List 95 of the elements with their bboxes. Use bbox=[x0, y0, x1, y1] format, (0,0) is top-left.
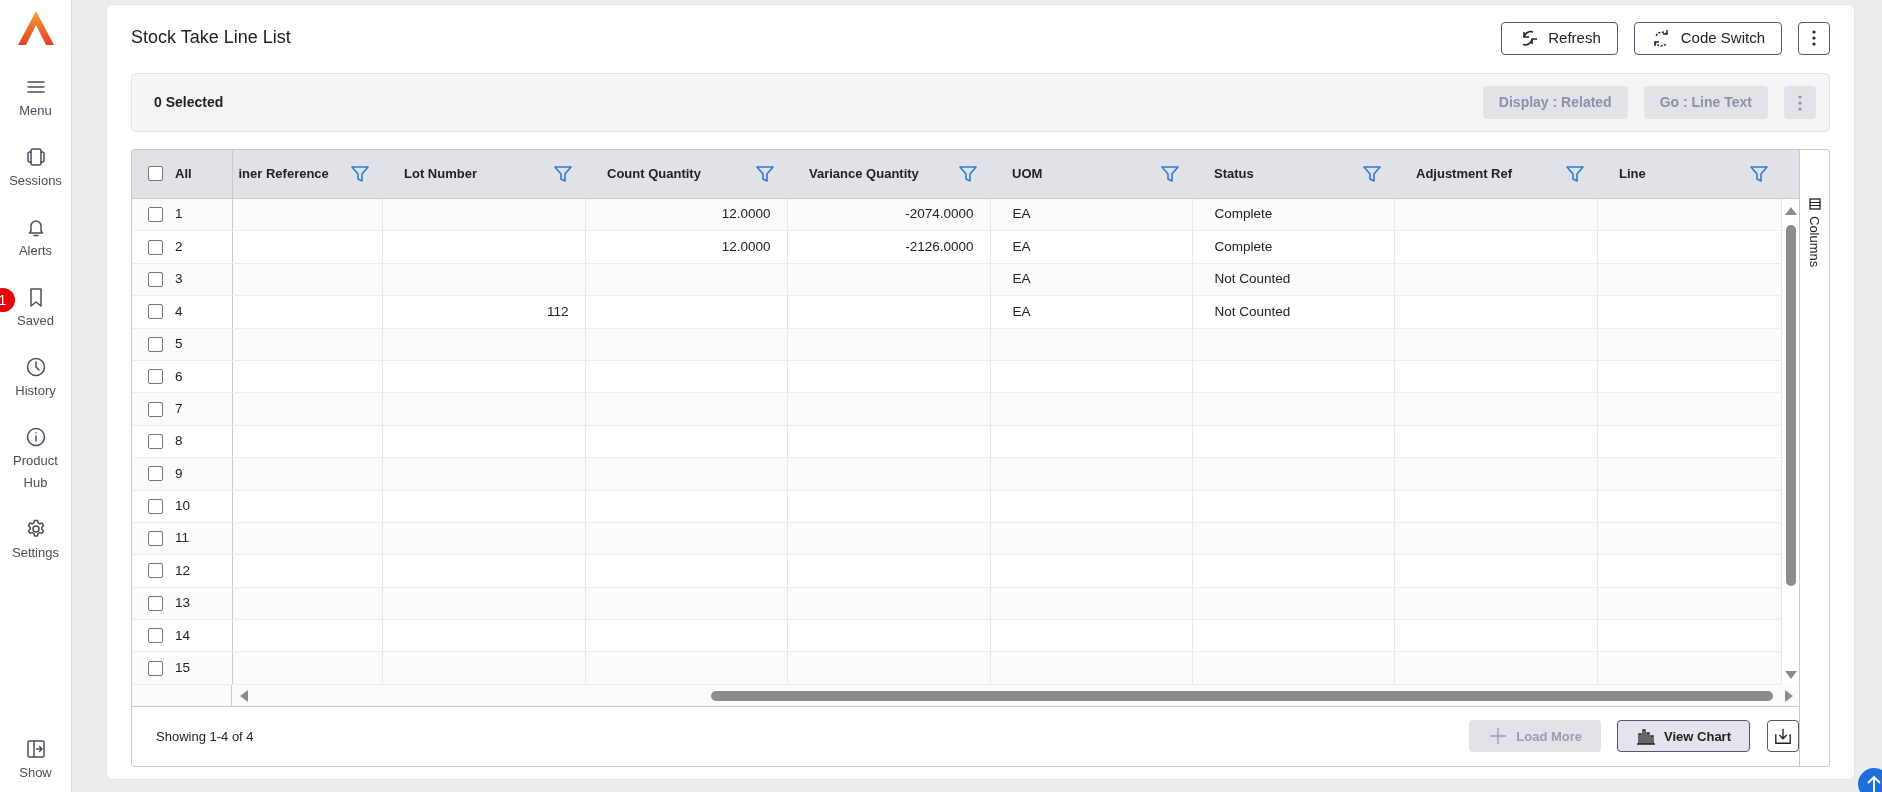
table-cell: 112 bbox=[382, 295, 585, 329]
table-cell: 12.0000 bbox=[585, 198, 787, 231]
scrollbar-thumb[interactable] bbox=[1785, 224, 1796, 586]
row-checkbox[interactable] bbox=[148, 628, 163, 644]
row-checkbox[interactable] bbox=[148, 271, 163, 287]
sidebar-item[interactable]: Product Hub bbox=[0, 426, 72, 494]
filter-icon[interactable] bbox=[755, 163, 775, 184]
download-icon bbox=[1774, 727, 1792, 746]
table-cell: 12.0000 bbox=[585, 230, 787, 264]
row-number: 1 bbox=[175, 205, 183, 224]
column-header: UOM bbox=[1012, 165, 1043, 183]
row-checkbox[interactable] bbox=[148, 336, 163, 352]
column-header: Status bbox=[1214, 165, 1254, 183]
filter-icon[interactable] bbox=[1362, 163, 1382, 184]
row-number: 2 bbox=[175, 237, 183, 256]
row-number: 4 bbox=[175, 302, 183, 321]
row-number: 15 bbox=[175, 659, 191, 678]
columns-icon bbox=[1808, 198, 1821, 210]
table-cell: -2074.0000 bbox=[787, 198, 990, 231]
row-checkbox[interactable] bbox=[148, 369, 163, 385]
table-cell: Complete bbox=[1192, 198, 1394, 231]
column-header: Count Quantity bbox=[607, 165, 701, 183]
row-number: 13 bbox=[175, 594, 191, 613]
filter-icon[interactable] bbox=[1160, 163, 1180, 184]
row-checkbox[interactable] bbox=[148, 498, 163, 514]
bar-chart-icon bbox=[1636, 727, 1657, 746]
row-checkbox[interactable] bbox=[148, 466, 163, 482]
notification-badge: 1 bbox=[0, 288, 15, 312]
row-checkbox[interactable] bbox=[148, 531, 163, 547]
row-number: 12 bbox=[175, 561, 191, 580]
sidebar-item[interactable]: Show bbox=[0, 738, 72, 784]
select-all-checkbox[interactable] bbox=[148, 166, 163, 182]
table-cell: EA bbox=[990, 295, 1192, 329]
row-number: 3 bbox=[175, 270, 183, 289]
sidebar-item[interactable]: Saved 1 bbox=[0, 286, 72, 332]
filter-icon[interactable] bbox=[958, 163, 978, 184]
table-cell: EA bbox=[990, 198, 1192, 231]
page-title: Stock Take Line List bbox=[131, 27, 291, 49]
row-number: 6 bbox=[175, 367, 183, 386]
row-number: 5 bbox=[175, 335, 183, 354]
table-cell: -2126.0000 bbox=[787, 230, 990, 264]
more-vertical-icon bbox=[1798, 94, 1802, 111]
row-number: 7 bbox=[175, 399, 183, 418]
sidebar-item[interactable]: Menu bbox=[0, 76, 72, 122]
sessions-icon bbox=[24, 146, 47, 168]
sidebar-item[interactable]: Alerts bbox=[0, 216, 72, 262]
table-cell: EA bbox=[990, 263, 1192, 296]
columns-panel-tab[interactable]: Columns bbox=[1804, 198, 1825, 268]
download-button[interactable] bbox=[1767, 720, 1799, 753]
column-header: Line bbox=[1619, 165, 1646, 183]
view-chart-button[interactable]: View Chart bbox=[1617, 720, 1750, 753]
row-checkbox[interactable] bbox=[148, 304, 163, 320]
table-cell: Complete bbox=[1192, 230, 1394, 264]
table-cell: EA bbox=[990, 230, 1192, 264]
logo-icon bbox=[17, 11, 54, 45]
table-cell: Not Counted bbox=[1192, 263, 1394, 296]
info-icon bbox=[24, 426, 47, 448]
row-number: 8 bbox=[175, 432, 183, 451]
scrollbar-thumb[interactable] bbox=[711, 690, 1773, 701]
column-header: All bbox=[175, 165, 192, 183]
row-checkbox[interactable] bbox=[148, 595, 163, 611]
filter-icon[interactable] bbox=[1749, 163, 1769, 184]
more-vertical-icon bbox=[1812, 30, 1816, 46]
scroll-left-icon[interactable] bbox=[240, 689, 248, 702]
sidebar-item[interactable]: Settings bbox=[0, 518, 72, 564]
sidebar-item[interactable]: History bbox=[0, 356, 72, 402]
row-checkbox[interactable] bbox=[148, 660, 163, 676]
column-header: iner Reference bbox=[238, 165, 329, 183]
table-cell: Not Counted bbox=[1192, 295, 1394, 329]
header-button[interactable]: Code Switch bbox=[1633, 21, 1782, 55]
filter-icon[interactable] bbox=[1565, 163, 1585, 184]
pagination-summary: Showing 1-4 of 4 bbox=[156, 727, 254, 746]
scroll-up-icon[interactable] bbox=[1784, 206, 1797, 215]
row-checkbox[interactable] bbox=[148, 433, 163, 449]
scroll-right-icon[interactable] bbox=[1785, 689, 1793, 702]
more-options-button[interactable] bbox=[1798, 21, 1830, 55]
column-header: Lot Number bbox=[404, 165, 477, 183]
column-header: Adjustment Ref bbox=[1416, 165, 1513, 183]
row-checkbox[interactable] bbox=[148, 239, 163, 255]
filter-icon[interactable] bbox=[350, 163, 370, 184]
filter-icon[interactable] bbox=[553, 163, 573, 184]
row-number: 14 bbox=[175, 626, 191, 645]
row-checkbox[interactable] bbox=[148, 206, 163, 222]
row-number: 11 bbox=[175, 529, 189, 548]
plus-icon bbox=[1488, 726, 1509, 747]
column-header: Variance Quantity bbox=[809, 165, 919, 183]
row-number: 10 bbox=[175, 497, 191, 516]
header-button[interactable]: Refresh bbox=[1501, 21, 1618, 55]
row-number: 9 bbox=[175, 464, 183, 483]
sidebar-item[interactable]: Sessions bbox=[0, 146, 72, 192]
row-checkbox[interactable] bbox=[148, 563, 163, 579]
selected-count: 0 Selected bbox=[154, 93, 224, 112]
arrow-up-icon bbox=[1867, 775, 1881, 792]
clock-icon bbox=[24, 356, 47, 378]
row-checkbox[interactable] bbox=[148, 401, 163, 417]
